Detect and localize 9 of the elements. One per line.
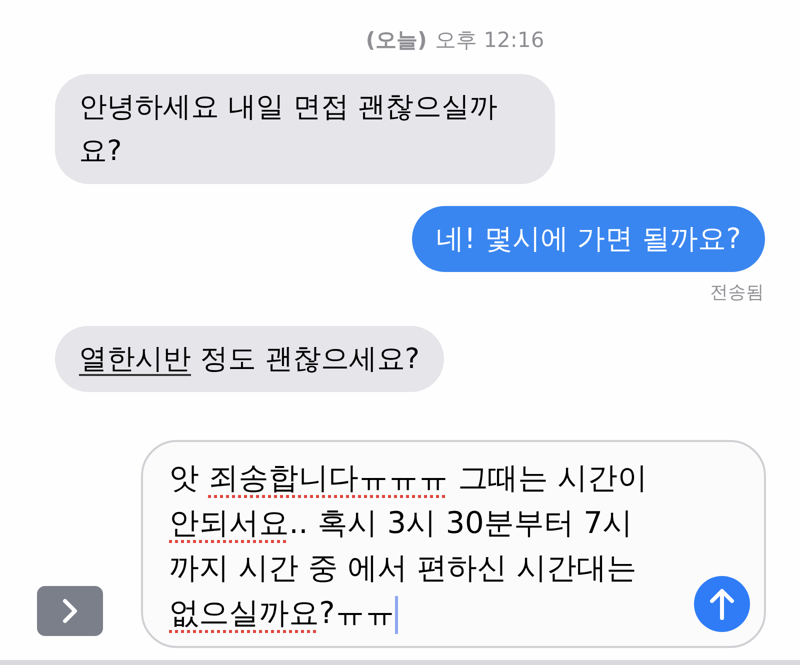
expand-button[interactable] <box>37 586 103 636</box>
chevron-right-icon <box>62 598 78 624</box>
delivery-status: 전송됨 <box>710 281 764 304</box>
received-message-bubble: 열한시반 정도 괜찮으세요? <box>55 326 444 392</box>
message-input-field[interactable]: 앗 죄송합니다ㅠㅠㅠ 그때는 시간이 안되서요.. 혹시 3시 30분부터 7시 까지 시간 중 에서 편하신 시간대는 없으실까요?ㅠㅠ <box>141 440 766 648</box>
received-message-bubble: 안녕하세요 내일 면접 괜찮으실까요? <box>55 74 555 184</box>
arrow-up-icon <box>709 588 735 620</box>
timestamp: (오늘) 오후 12:16 <box>364 27 546 54</box>
sent-message-bubble: 네! 몇시에 가면 될까요? <box>412 206 765 272</box>
